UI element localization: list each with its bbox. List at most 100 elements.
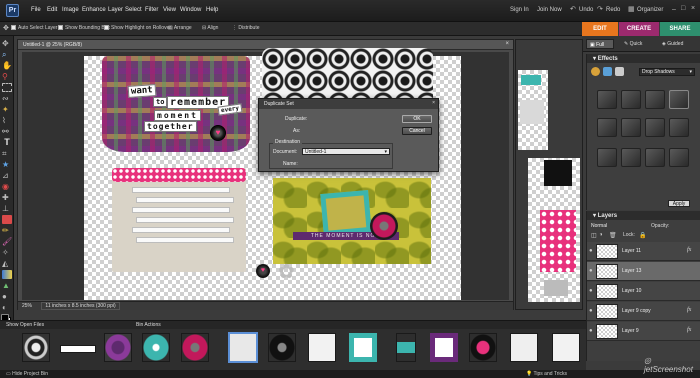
styles-icon[interactable] xyxy=(603,67,612,76)
shape-tool-icon[interactable]: ▲ xyxy=(2,281,12,290)
bin-thumbnail[interactable] xyxy=(22,333,50,362)
tab-share[interactable]: SHARE xyxy=(660,22,700,36)
eyedropper-tool-icon[interactable]: ⚲ xyxy=(2,72,12,81)
close-icon[interactable]: × xyxy=(432,100,435,106)
arrange-button[interactable]: ▤ Arrange xyxy=(168,25,192,31)
ok-button[interactable]: OK xyxy=(402,115,432,123)
redo-button[interactable]: Redo xyxy=(606,7,620,13)
auto-select-layer-option[interactable]: Auto Select Layer xyxy=(11,25,57,31)
layer-row[interactable]: ● Layer 13 xyxy=(587,262,700,281)
dialog-title-bar[interactable]: Duplicate Set × xyxy=(259,99,438,109)
effects-dropdown[interactable]: Drop Shadows ▾ xyxy=(639,68,695,76)
zoom-tool-icon[interactable]: ⌕ xyxy=(2,50,12,59)
filters-icon[interactable] xyxy=(591,67,600,76)
eraser-tool-icon[interactable] xyxy=(2,215,12,224)
menu-image[interactable]: Image xyxy=(62,7,79,13)
bin-thumbnail[interactable] xyxy=(228,332,258,363)
move-tool-icon[interactable]: ✥ xyxy=(2,39,12,48)
menu-layer[interactable]: Layer xyxy=(108,7,123,13)
effect-thumbnail[interactable] xyxy=(597,148,617,167)
apply-button[interactable]: Apply xyxy=(668,200,690,207)
layer-style-icon[interactable]: fx xyxy=(687,307,691,313)
bin-actions-menu[interactable]: Bin Actions xyxy=(136,322,161,328)
effect-thumbnail[interactable] xyxy=(669,118,689,137)
checkbox-icon[interactable] xyxy=(104,25,109,30)
distribute-button[interactable]: ⋮ Distribute xyxy=(232,25,260,31)
bin-thumbnail[interactable] xyxy=(430,333,458,362)
bin-thumbnail[interactable] xyxy=(552,333,580,362)
menu-file[interactable]: File xyxy=(31,7,41,13)
tab-create[interactable]: CREATE xyxy=(619,22,659,36)
crop-tool-icon[interactable]: ⌗ xyxy=(2,149,12,158)
layer-row[interactable]: ● Layer 10 xyxy=(587,282,700,301)
lock-icon[interactable]: 🔒 xyxy=(639,232,646,239)
menu-view[interactable]: View xyxy=(163,7,176,13)
undo-button[interactable]: Undo xyxy=(579,7,593,13)
redo-icon[interactable]: ↷ xyxy=(597,6,605,14)
menu-enhance[interactable]: Enhance xyxy=(82,7,106,13)
tips-and-tricks-button[interactable]: 💡 Tips and Tricks xyxy=(526,371,567,377)
document-size[interactable]: 11 inches x 8.5 inches (300 ppi) xyxy=(41,302,120,310)
straighten-tool-icon[interactable]: ⊿ xyxy=(2,171,12,180)
join-now-link[interactable]: Join Now xyxy=(537,7,562,13)
maximize-icon[interactable]: □ xyxy=(681,5,685,12)
close-icon[interactable]: × xyxy=(691,5,695,12)
effect-thumbnail[interactable] xyxy=(621,118,641,137)
eye-icon[interactable]: ● xyxy=(589,268,595,274)
hand-tool-icon[interactable]: ✋ xyxy=(2,61,12,70)
bin-thumbnail[interactable] xyxy=(308,333,336,362)
effect-thumbnail[interactable] xyxy=(645,148,665,167)
smart-brush-tool-icon[interactable]: ✧ xyxy=(2,248,12,257)
minimize-icon[interactable]: – xyxy=(672,6,676,13)
bin-thumbnail[interactable] xyxy=(104,333,132,362)
effect-thumbnail[interactable] xyxy=(645,118,665,137)
close-icon[interactable]: × xyxy=(505,41,509,47)
checkbox-icon[interactable] xyxy=(58,25,63,30)
blur-tool-icon[interactable]: ● xyxy=(2,292,12,301)
bin-thumbnail[interactable] xyxy=(396,333,416,362)
organizer-icon[interactable]: ▦ xyxy=(628,6,636,14)
pencil-tool-icon[interactable]: ✏ xyxy=(2,226,12,235)
layer-row[interactable]: ● Layer 9 copy fx xyxy=(587,302,700,321)
layer-style-icon[interactable]: fx xyxy=(687,327,691,333)
menu-help[interactable]: Help xyxy=(206,7,218,13)
bin-thumbnail[interactable] xyxy=(349,333,377,362)
bin-thumbnail[interactable] xyxy=(469,333,497,362)
menu-filter[interactable]: Filter xyxy=(145,7,158,13)
effect-thumbnail[interactable] xyxy=(621,148,641,167)
show-open-files-select[interactable]: Show Open Files xyxy=(6,322,44,328)
bin-thumbnail[interactable] xyxy=(268,333,296,362)
trash-icon[interactable]: 🗑 xyxy=(609,232,617,239)
new-layer-icon[interactable]: ◫ xyxy=(591,232,597,239)
bin-thumbnail[interactable] xyxy=(510,333,538,362)
show-bounding-box-option[interactable]: Show Bounding Box xyxy=(58,25,110,31)
adjustment-layer-icon[interactable]: ◑ xyxy=(599,232,603,238)
bin-thumbnail[interactable] xyxy=(181,333,209,362)
lasso-tool-icon[interactable]: ∾ xyxy=(2,94,12,103)
undo-icon[interactable]: ↶ xyxy=(570,6,578,14)
effect-thumbnail[interactable] xyxy=(621,90,641,109)
sponge-tool-icon[interactable]: ◐ xyxy=(2,303,12,312)
effect-thumbnail[interactable] xyxy=(645,90,665,109)
organizer-button[interactable]: Organizer xyxy=(637,7,663,13)
selection-brush-tool-icon[interactable]: ⌇ xyxy=(2,116,12,125)
tab-edit[interactable]: EDIT xyxy=(582,22,618,36)
sign-in-link[interactable]: Sign In xyxy=(510,7,529,13)
menu-edit[interactable]: Edit xyxy=(47,7,57,13)
gradient-tool-icon[interactable] xyxy=(2,270,12,279)
marquee-tool-icon[interactable] xyxy=(2,83,12,92)
layers-panel-header[interactable]: ▾ Layers xyxy=(587,211,700,220)
align-button[interactable]: ⊟ Align xyxy=(202,25,218,31)
eye-icon[interactable]: ● xyxy=(589,248,595,254)
layer-row[interactable]: ● Layer 11 fx xyxy=(587,242,700,261)
eye-icon[interactable]: ● xyxy=(589,328,595,334)
bin-thumbnail[interactable] xyxy=(142,333,170,362)
menu-select[interactable]: Select xyxy=(125,7,142,13)
brush-tool-icon[interactable]: 🖌 xyxy=(2,237,12,246)
show-highlight-option[interactable]: Show Highlight on Rollover xyxy=(104,25,171,31)
type-tool-icon[interactable]: T xyxy=(2,138,12,147)
blend-mode-select[interactable]: Normal xyxy=(591,223,621,230)
checkbox-icon[interactable] xyxy=(11,25,16,30)
effect-thumbnail[interactable] xyxy=(669,148,689,167)
magic-wand-tool-icon[interactable]: ✦ xyxy=(2,105,12,114)
